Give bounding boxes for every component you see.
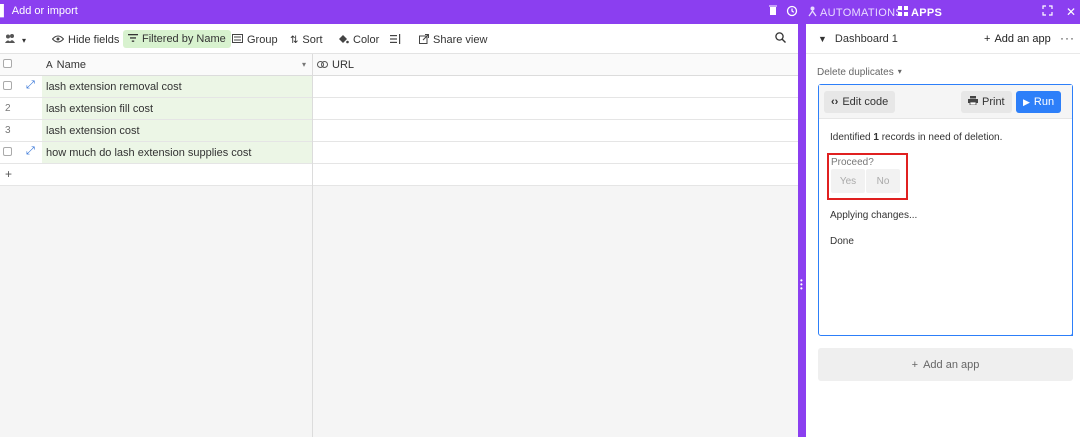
link-icon xyxy=(317,59,328,71)
row-number: 2 xyxy=(5,103,11,114)
more-options-icon[interactable]: ··· xyxy=(1060,31,1075,45)
table-row[interactable]: 2 lash extension fill cost xyxy=(0,98,800,120)
column-header-url[interactable]: URL xyxy=(317,59,354,71)
expand-icon[interactable] xyxy=(1042,5,1053,19)
sort-icon: ⇅ xyxy=(290,34,299,46)
run-button[interactable]: ▶ Run xyxy=(1016,91,1062,113)
play-icon: ▶ xyxy=(1023,96,1030,107)
proceed-prompt: Proceed? Yes No xyxy=(827,153,908,200)
printer-icon xyxy=(968,96,978,108)
apps-panel: ▼ Dashboard 1 + Add an app ··· Delete du… xyxy=(806,24,1080,437)
row-height-button[interactable] xyxy=(390,31,401,49)
group-icon xyxy=(232,34,243,46)
table-row[interactable]: ⤢ how much do lash extension supplies co… xyxy=(0,142,800,164)
dashboard-header: ▼ Dashboard 1 + Add an app ··· xyxy=(806,24,1080,54)
add-app-button[interactable]: + Add an app xyxy=(984,33,1051,45)
share-icon xyxy=(419,33,430,47)
hide-fields-button[interactable]: Hide fields xyxy=(51,31,119,49)
chevron-down-icon: ▾ xyxy=(22,35,27,45)
apps-tab[interactable]: APPS xyxy=(898,6,942,19)
sort-button[interactable]: ⇅ Sort xyxy=(290,31,323,49)
history-icon[interactable] xyxy=(786,5,798,20)
name-cell[interactable]: lash extension cost xyxy=(42,120,312,141)
plus-icon: + xyxy=(5,167,13,181)
column-header-name[interactable]: A Name xyxy=(46,59,86,71)
no-button[interactable]: No xyxy=(866,169,900,193)
expand-record-icon[interactable]: ⤢ xyxy=(26,145,35,158)
panel-resize-handle[interactable]: • • • xyxy=(798,24,806,437)
expand-record-icon[interactable]: ⤢ xyxy=(26,79,35,92)
select-all-checkbox[interactable] xyxy=(3,59,12,68)
collaborators-button[interactable]: ▾ xyxy=(5,31,26,49)
add-import-icon: ▌ xyxy=(0,5,8,17)
filter-button[interactable]: Filtered by Name xyxy=(123,30,231,48)
row-height-icon xyxy=(390,33,401,47)
print-button[interactable]: Print xyxy=(961,91,1012,113)
row-number: 3 xyxy=(5,125,11,136)
people-icon xyxy=(808,6,817,20)
chevron-down-icon: ▼ xyxy=(818,34,827,44)
color-button[interactable]: Color xyxy=(338,31,379,49)
app-toolbar: ‹› Edit code Print ▶ Run xyxy=(819,85,1072,119)
resize-handle-icon[interactable] xyxy=(1067,330,1073,336)
yes-button[interactable]: Yes xyxy=(831,169,865,193)
search-icon[interactable] xyxy=(775,32,786,46)
dashboard-selector[interactable]: ▼ Dashboard 1 xyxy=(818,33,898,45)
trash-icon[interactable] xyxy=(769,5,777,19)
edit-code-button[interactable]: ‹› Edit code xyxy=(824,91,896,113)
add-or-import-button[interactable]: ▌ Add or import xyxy=(0,5,78,17)
add-row-button[interactable]: + xyxy=(0,164,800,186)
data-grid: A Name ▾ URL ⤢ lash extension removal co… xyxy=(0,54,800,437)
column-menu-chevron-icon[interactable]: ▾ xyxy=(302,60,306,69)
chevron-down-icon: ▾ xyxy=(897,67,902,76)
eye-icon xyxy=(51,34,65,46)
app-container: ‹› Edit code Print ▶ Run Identified 1 re… xyxy=(818,84,1073,336)
app-name-menu[interactable]: Delete duplicates ▾ xyxy=(817,67,902,78)
row-checkbox[interactable] xyxy=(3,147,12,156)
automations-tab[interactable]: AUTOMATIONS xyxy=(808,6,903,20)
drag-handle-icon: • • • xyxy=(800,276,803,293)
table-row[interactable]: ⤢ lash extension removal cost xyxy=(0,76,800,98)
view-toolbar: ▾ Hide fields Filtered by Name Group ⇅ S… xyxy=(0,24,800,54)
top-bar: ▌ Add or import AUTOMATIONS APPS ✕ xyxy=(0,0,1080,24)
add-app-bottom-button[interactable]: + Add an app xyxy=(818,348,1073,381)
collaborators-icon xyxy=(5,34,18,46)
table-row[interactable]: 3 lash extension cost xyxy=(0,120,800,142)
result-message: Identified 1 records in need of deletion… xyxy=(830,132,1003,143)
close-icon[interactable]: ✕ xyxy=(1066,5,1076,19)
apps-grid-icon xyxy=(898,6,908,19)
plus-icon: + xyxy=(911,358,919,371)
filter-icon xyxy=(128,33,138,45)
row-checkbox[interactable] xyxy=(3,81,12,90)
done-status: Done xyxy=(830,236,854,247)
group-button[interactable]: Group xyxy=(232,31,278,49)
share-view-button[interactable]: Share view xyxy=(419,31,487,49)
proceed-label: Proceed? xyxy=(831,157,874,168)
grid-header: A Name ▾ URL xyxy=(0,54,800,76)
applying-status: Applying changes... xyxy=(830,210,918,221)
text-field-icon: A xyxy=(46,59,53,71)
code-icon: ‹› xyxy=(831,96,839,108)
paint-bucket-icon xyxy=(338,34,349,47)
name-cell[interactable]: lash extension fill cost xyxy=(42,98,312,119)
name-cell[interactable]: how much do lash extension supplies cost xyxy=(42,142,312,163)
plus-icon: + xyxy=(984,33,991,45)
name-cell[interactable]: lash extension removal cost xyxy=(42,76,312,97)
